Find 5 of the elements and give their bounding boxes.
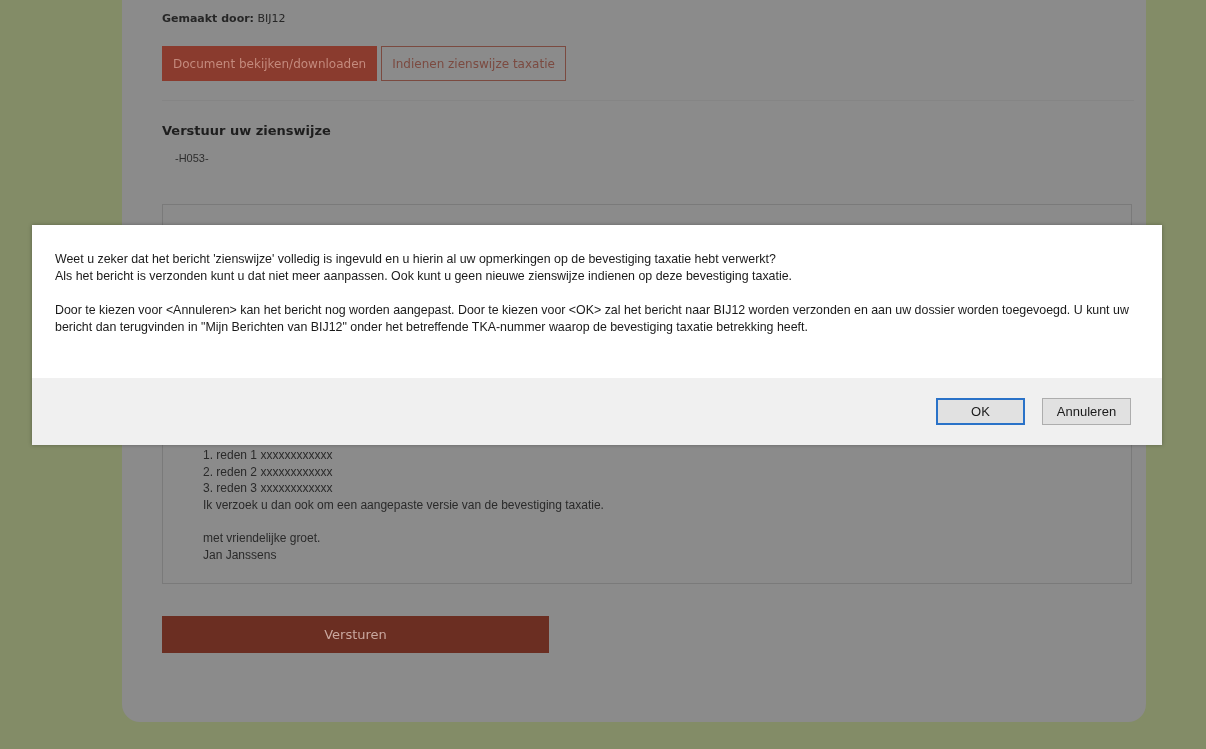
dialog-message: Weet u zeker dat het bericht 'zienswijze' volledig is ingevuld en u hierin al uw opmerkingen op de bevestiging taxatie hebt verwerkt? Als het bericht is verzonden kunt u dat niet meer aanpassen. Ook kunt u geen nieuwe zienswijze indienen op deze bevestiging taxatie.: [55, 251, 793, 285]
code-text: -H053-: [175, 152, 210, 164]
dialog-message: Door te kiezen voor <Annuleren> kan het bericht nog worden aangepast. Door te kiezen voor <OK> zal het bericht naar BIJ12 worden verzonden en aan uw dossier worden toegevoegd. U kunt uw bericht dan terugvinden in "Mijn Berichten van BIJ12" onder het betreffende TKA-nummer waarop de bevestiging taxatie betrekking heeft.: [55, 302, 1130, 336]
section-title: Verstuur uw zienswijze: [162, 123, 332, 138]
made-by-text: Gemaakt door: BIJ12: [162, 12, 287, 26]
